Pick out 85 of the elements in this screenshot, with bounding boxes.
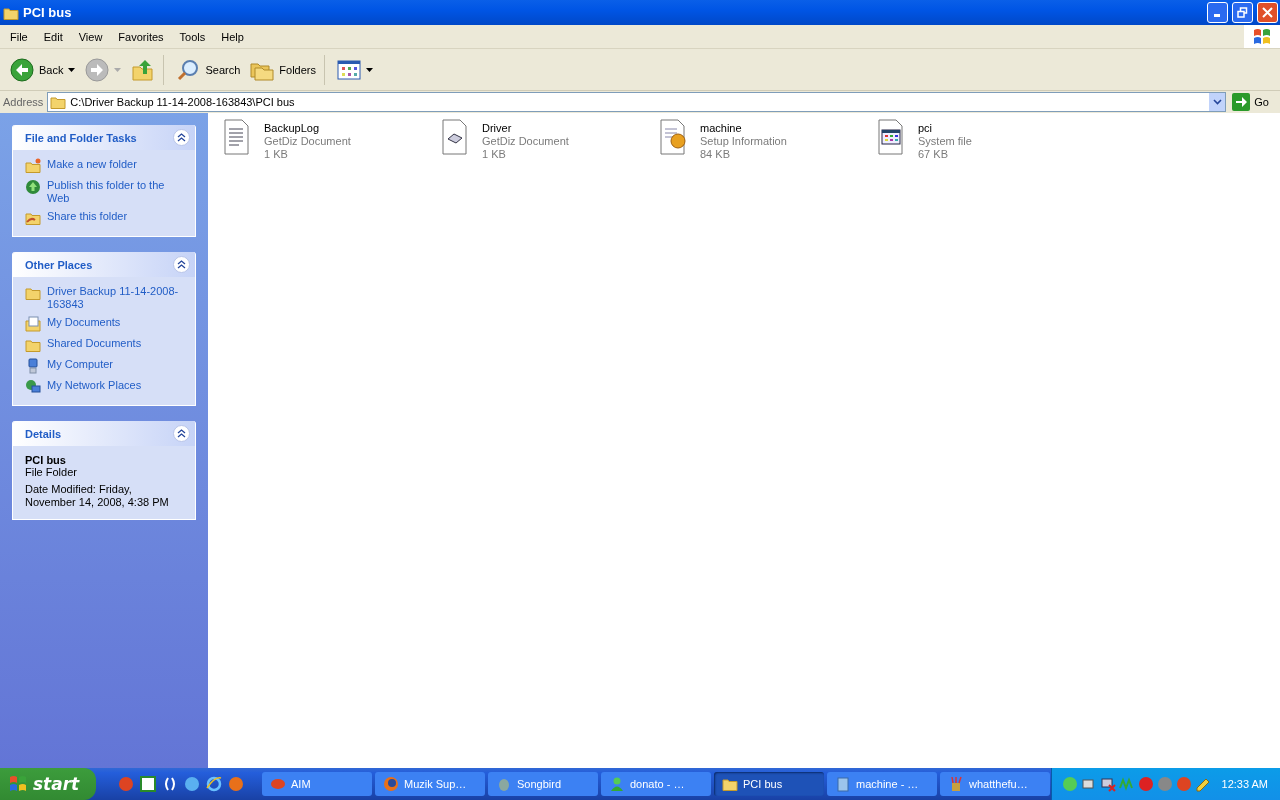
caret-icon xyxy=(68,67,76,72)
close-button[interactable] xyxy=(1257,2,1278,23)
folder-up-arrow-icon xyxy=(131,57,156,82)
taskbar-button[interactable]: whatthefu… xyxy=(940,772,1050,796)
minimize-button[interactable] xyxy=(1207,2,1228,23)
taskbar-button[interactable]: donato - … xyxy=(601,772,711,796)
file-size: 1 KB xyxy=(482,148,507,161)
search-button[interactable]: Search xyxy=(172,54,245,85)
caret-icon xyxy=(366,67,373,72)
window-title: PCI bus xyxy=(23,5,73,20)
task-link[interactable]: Driver Backup 11-14-2008-163843 xyxy=(47,285,185,311)
taskbar-button[interactable]: Muzik Sup… xyxy=(375,772,485,796)
go-button[interactable]: Go xyxy=(1230,93,1277,111)
task-link[interactable]: My Computer xyxy=(47,358,114,371)
panel-title: File and Folder Tasks xyxy=(25,131,137,144)
browser-e-icon[interactable] xyxy=(206,776,222,792)
folder-name: PCI bus xyxy=(25,454,67,466)
network-icon xyxy=(25,379,41,395)
folder-icon xyxy=(25,337,41,353)
file-name[interactable]: pci xyxy=(918,122,972,135)
folder-type: File Folder xyxy=(25,466,78,478)
grid-view-icon xyxy=(337,59,361,80)
file-name[interactable]: BackupLog xyxy=(264,122,351,135)
network-error-icon[interactable] xyxy=(1099,776,1116,792)
file-type: GetDiz Document xyxy=(264,135,351,148)
file-size: 67 KB xyxy=(918,148,949,161)
file-size: 1 KB xyxy=(264,148,289,161)
file-name[interactable]: Driver xyxy=(482,122,569,135)
caret-icon xyxy=(114,67,122,72)
square-logo-icon[interactable] xyxy=(140,776,156,792)
close-icon xyxy=(1262,7,1273,18)
folders-button[interactable]: Folders xyxy=(246,54,325,85)
taskbar-button[interactable]: machine - … xyxy=(827,772,937,796)
magnifier-icon xyxy=(176,57,201,82)
folder-icon xyxy=(722,776,738,792)
collapse-chevron-icon[interactable] xyxy=(173,129,190,146)
file-type: System file xyxy=(918,135,972,148)
folder-icon xyxy=(50,94,67,110)
computer-icon xyxy=(25,358,41,374)
pencil-icon[interactable] xyxy=(1194,776,1211,792)
taskbar-button[interactable]: AIM xyxy=(262,772,372,796)
disc-icon[interactable] xyxy=(184,776,200,792)
task-link[interactable]: Make a new folder xyxy=(47,158,137,171)
clock: 12:33 AM xyxy=(1221,778,1268,790)
new-folder-icon xyxy=(25,158,41,174)
file-type: Setup Information xyxy=(700,135,787,148)
task-link[interactable]: Share this folder xyxy=(47,210,128,223)
restore-button[interactable] xyxy=(1232,2,1253,23)
address-label: Address xyxy=(3,96,44,108)
start-button[interactable]: start xyxy=(0,768,96,800)
menu-item[interactable]: Favorites xyxy=(110,30,172,43)
task-link[interactable]: Shared Documents xyxy=(47,337,142,350)
paint-cup-icon xyxy=(948,776,964,792)
dropdown-arrow-button[interactable] xyxy=(1209,93,1226,111)
task-link[interactable]: Publish this folder to the Web xyxy=(47,179,185,205)
brackets-icon[interactable] xyxy=(162,776,178,792)
shared-folder-icon xyxy=(25,210,41,226)
file-size: 84 KB xyxy=(700,148,731,161)
collapse-chevron-icon[interactable] xyxy=(173,256,190,273)
documents-folder-icon xyxy=(25,316,41,332)
menu-item[interactable]: Tools xyxy=(171,30,214,43)
back-button[interactable]: Back xyxy=(6,54,80,85)
restore-icon xyxy=(1237,7,1248,18)
date-modified: Date Modified: Friday, November 14, 2008, 4:38 PM xyxy=(25,483,170,509)
panel-title: Details xyxy=(25,427,62,440)
windows-flag-icon xyxy=(1252,27,1272,46)
menu-item[interactable]: Help xyxy=(213,30,252,43)
collapse-chevron-icon[interactable] xyxy=(173,425,190,442)
file-name[interactable]: machine xyxy=(700,122,787,135)
panel-title: Other Places xyxy=(25,258,93,271)
notepad-icon xyxy=(835,776,851,792)
chevron-down-icon xyxy=(1212,99,1222,105)
file-type: GetDiz Document xyxy=(482,135,569,148)
setup-document-icon xyxy=(657,119,689,155)
windows-flag-icon xyxy=(8,775,28,793)
folder-icon xyxy=(25,285,41,301)
taskbar-button[interactable]: PCI bus xyxy=(714,772,824,796)
task-link[interactable]: My Documents xyxy=(47,316,121,329)
task-link[interactable]: My Network Places xyxy=(47,379,142,392)
taskbar-button[interactable]: Songbird xyxy=(488,772,598,796)
menu-item[interactable]: View xyxy=(70,30,111,43)
menu-item[interactable]: Edit xyxy=(35,30,71,43)
network-icon[interactable] xyxy=(1080,776,1097,792)
menu-item[interactable]: File xyxy=(2,30,36,43)
address-field[interactable]: C:\Driver Backup 11-14-2008-163843\PCI bus xyxy=(47,92,1227,112)
